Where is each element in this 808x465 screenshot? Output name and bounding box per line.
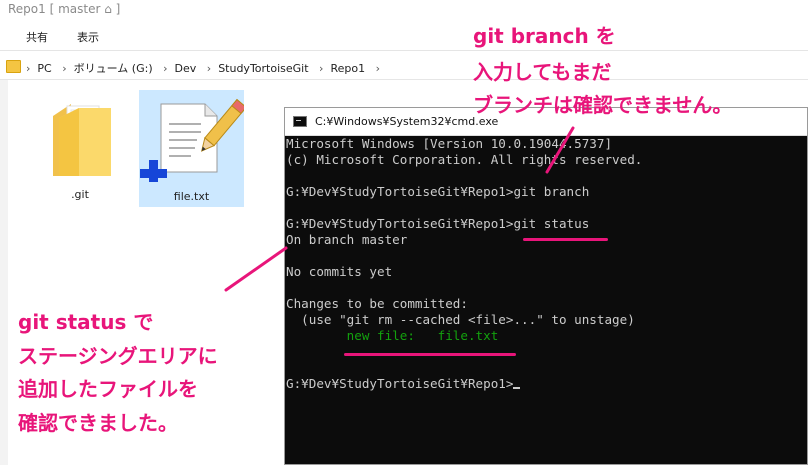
underline-git-status — [523, 238, 608, 241]
annotation-left-line-3: 追加したファイルを — [18, 377, 198, 401]
annotation-left-line-2: ステージングエリアに — [18, 344, 218, 368]
annotation-left-line-4: 確認できました。 — [18, 411, 178, 435]
annotation-top-line-2: 入力してもまだ — [473, 60, 612, 84]
annotation-top-line-3: ブランチは確認できません。 — [473, 93, 733, 117]
pointer-line-left — [224, 246, 288, 292]
underline-new-file — [344, 353, 516, 356]
pointer-line-top — [545, 126, 575, 174]
annotation-top-line-1: git branch を — [473, 24, 616, 48]
annotation-left-line-1: git status で — [18, 310, 154, 334]
